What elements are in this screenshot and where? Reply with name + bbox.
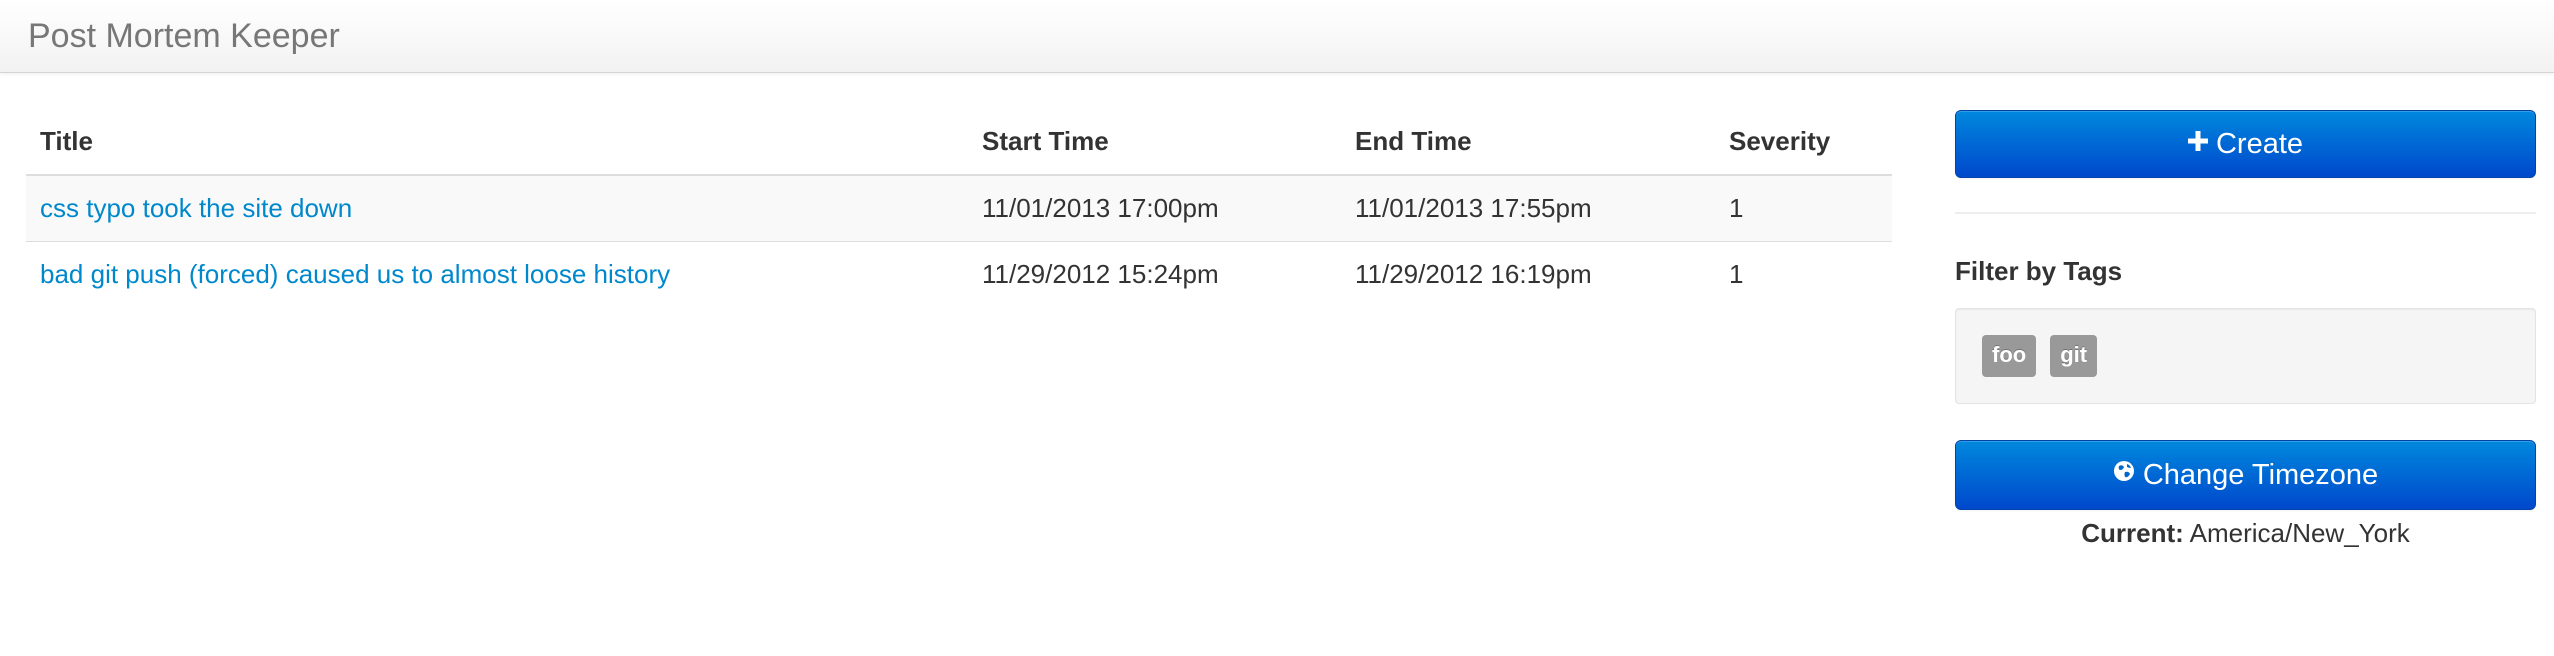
tag-foo[interactable]: foo xyxy=(1982,335,2037,377)
table-header-row: Title Start Time End Time Severity xyxy=(26,108,1892,176)
cell-start-time: 11/29/2012 15:24pm xyxy=(982,258,1219,289)
tag-filter-well: foo git xyxy=(1955,308,2536,404)
post-mortem-link[interactable]: bad git push (forced) caused us to almos… xyxy=(40,259,670,289)
create-button-label: Create xyxy=(2215,128,2304,160)
plus-icon xyxy=(2187,109,2208,175)
column-header-severity: Severity xyxy=(1715,108,1892,176)
cell-title: bad git push (forced) caused us to almos… xyxy=(26,241,968,307)
post-mortem-table: Title Start Time End Time Severity css t… xyxy=(26,108,1892,307)
cell-end-time: 11/01/2013 17:55pm xyxy=(1341,175,1715,242)
cell-title: css typo took the site down xyxy=(26,175,968,242)
cell-severity: 1 xyxy=(1729,258,1744,289)
table-row: css typo took the site down 11/01/2013 1… xyxy=(26,175,1892,242)
globe-icon xyxy=(2113,439,2135,507)
cell-start-time: 11/01/2013 17:00pm xyxy=(968,175,1341,242)
sidebar: Create Filter by Tags foo git Change Time… xyxy=(1955,110,2536,550)
tag-git[interactable]: git xyxy=(2050,335,2098,377)
top-navbar: Post Mortem Keeper xyxy=(0,0,2554,73)
cell-end-time: 11/29/2012 16:19pm xyxy=(1355,258,1592,289)
table-row: bad git push (forced) caused us to almos… xyxy=(26,241,1892,307)
filter-by-tags-heading: Filter by Tags xyxy=(1955,256,2123,286)
create-button[interactable]: Create xyxy=(1955,110,2536,178)
sidebar-divider xyxy=(1955,212,2536,214)
cell-severity: 1 xyxy=(1715,175,1892,242)
column-header-end-time: End Time xyxy=(1341,108,1715,176)
current-timezone-value: America/New_York xyxy=(2189,518,2410,548)
column-header-title: Title xyxy=(26,108,968,176)
column-header-start-time: Start Time xyxy=(968,108,1341,176)
app-brand[interactable]: Post Mortem Keeper xyxy=(28,16,340,56)
change-timezone-label: Change Timezone xyxy=(2142,459,2379,491)
current-timezone-label: Current: xyxy=(2081,518,2184,548)
change-timezone-button[interactable]: Change Timezone xyxy=(1955,440,2536,510)
post-mortem-table-container: Title Start Time End Time Severity css t… xyxy=(26,108,1892,307)
current-timezone: Current: America/New_York xyxy=(1955,516,2536,550)
post-mortem-link[interactable]: css typo took the site down xyxy=(40,193,352,223)
